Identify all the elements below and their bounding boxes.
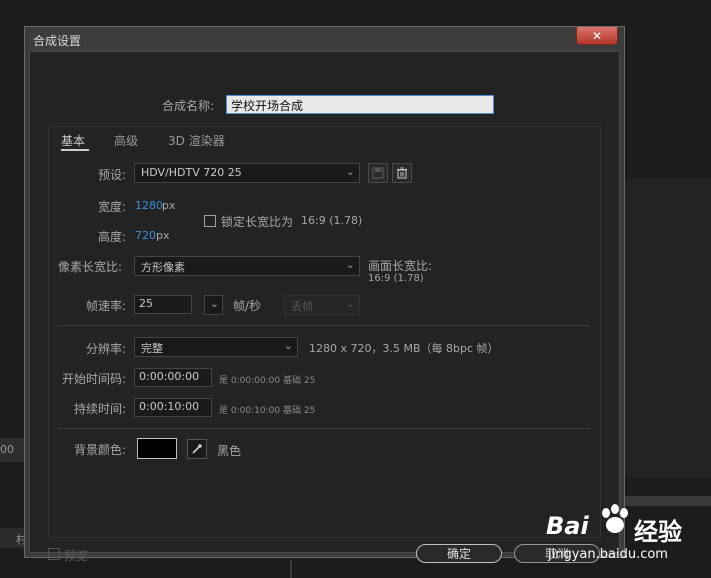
bg-color-label: 背景颜色: xyxy=(74,443,127,457)
preset-label: 预设: xyxy=(98,168,127,182)
chevron-down-icon: ⌄ xyxy=(345,258,355,271)
frame-rate-dropdown[interactable]: ⌄ xyxy=(204,295,223,315)
height-unit: px xyxy=(156,229,170,242)
background-right-strip xyxy=(625,178,711,478)
duration-equals: 是 0:00:10:00 xyxy=(219,406,281,416)
width-unit: px xyxy=(162,199,176,212)
frame-aspect-label: 画面长宽比: xyxy=(368,259,433,273)
start-timecode-input[interactable]: 0:00:00:00 xyxy=(134,368,212,387)
composition-settings-dialog: 合成设置 ✕ 合成名称: 学校开场合成 基本 高级 3D 渲染器 预设: HDV… xyxy=(24,26,625,563)
save-preset-icon xyxy=(372,167,384,179)
baidu-watermark: Bai 经验 jingyan.baidu.com xyxy=(546,500,706,570)
resolution-dropdown[interactable]: 完整 ⌄ xyxy=(134,337,298,357)
section-divider xyxy=(58,325,591,326)
title-bar: 合成设置 ✕ xyxy=(25,27,624,51)
resolution-info: 1280 x 720，3.5 MB（每 8bpc 帧） xyxy=(309,342,499,355)
drop-frame-value: 丢帧 xyxy=(291,300,313,313)
tab-advanced[interactable]: 高级 xyxy=(114,132,138,149)
tab-3d-renderer[interactable]: 3D 渲染器 xyxy=(168,132,225,149)
delete-preset-button[interactable] xyxy=(392,163,412,183)
chevron-down-icon: ⌄ xyxy=(209,297,219,310)
active-tab-indicator xyxy=(61,149,89,151)
comp-name-input[interactable]: 学校开场合成 xyxy=(226,95,494,114)
chevron-down-icon: ⌄ xyxy=(345,165,355,178)
start-timecode-equals: 是 0:00:00:00 xyxy=(219,376,281,386)
start-timecode-label: 开始时间码: xyxy=(62,372,127,386)
dialog-title: 合成设置 xyxy=(33,34,82,48)
pixel-aspect-dropdown[interactable]: 方形像素 ⌄ xyxy=(134,256,360,276)
preset-dropdown[interactable]: HDV/HDTV 720 25 ⌄ xyxy=(134,163,360,183)
chevron-down-icon: ⌄ xyxy=(345,297,355,310)
duration-label: 持续时间: xyxy=(74,402,127,416)
width-label: 宽度: xyxy=(98,200,127,214)
start-timecode-base: 基础 25 xyxy=(283,376,316,386)
drop-frame-dropdown: 丢帧 ⌄ xyxy=(284,295,360,315)
duration-base: 基础 25 xyxy=(283,406,316,416)
watermark-brand: Bai xyxy=(546,512,589,540)
bg-color-name: 黑色 xyxy=(217,444,242,458)
save-preset-button[interactable] xyxy=(368,163,388,183)
height-value[interactable]: 720 xyxy=(135,229,156,242)
watermark-brand-2: 经验 xyxy=(634,518,682,546)
eyedropper-icon xyxy=(192,444,202,454)
resolution-value: 完整 xyxy=(141,342,163,355)
paw-icon xyxy=(602,504,628,533)
watermark-url: jingyan.baidu.com xyxy=(548,547,668,562)
lock-aspect-ratio: 16:9 (1.78) xyxy=(301,214,363,227)
preview-checkbox[interactable] xyxy=(48,548,60,560)
close-icon: ✕ xyxy=(591,28,603,43)
lock-aspect-label: 锁定长宽比为 xyxy=(221,215,294,229)
dialog-body: 合成名称: 学校开场合成 基本 高级 3D 渲染器 预设: HDV/HDTV 7… xyxy=(29,51,620,563)
preset-value: HDV/HDTV 720 25 xyxy=(141,166,242,179)
height-label: 高度: xyxy=(98,230,127,244)
width-value[interactable]: 1280 xyxy=(135,199,163,212)
background-bottom-line xyxy=(290,560,292,578)
lock-aspect-checkbox[interactable] xyxy=(204,215,216,227)
resolution-label: 分辨率: xyxy=(86,342,127,356)
bg-color-swatch[interactable] xyxy=(137,438,177,459)
pixel-aspect-value: 方形像素 xyxy=(141,261,185,274)
duration-input[interactable]: 0:00:10:00 xyxy=(134,398,212,417)
settings-panel xyxy=(48,126,601,538)
tab-basic[interactable]: 基本 xyxy=(61,132,85,149)
eyedropper-button[interactable] xyxy=(187,439,207,459)
background-timecode: 00 xyxy=(0,443,14,456)
pixel-aspect-label: 像素长宽比: xyxy=(58,260,123,274)
chevron-down-icon: ⌄ xyxy=(283,339,293,352)
trash-icon xyxy=(397,167,407,179)
frame-rate-input[interactable]: 25 xyxy=(134,295,192,314)
frame-aspect-value: 16:9 (1.78) xyxy=(368,273,424,284)
frame-rate-unit: 帧/秒 xyxy=(233,299,262,313)
close-button[interactable]: ✕ xyxy=(576,27,618,45)
ok-button[interactable]: 确定 xyxy=(416,544,502,563)
frame-rate-label: 帧速率: xyxy=(86,299,127,313)
preview-label: 预览 xyxy=(64,549,89,563)
section-divider xyxy=(58,428,591,429)
comp-name-label: 合成名称: xyxy=(162,99,215,113)
